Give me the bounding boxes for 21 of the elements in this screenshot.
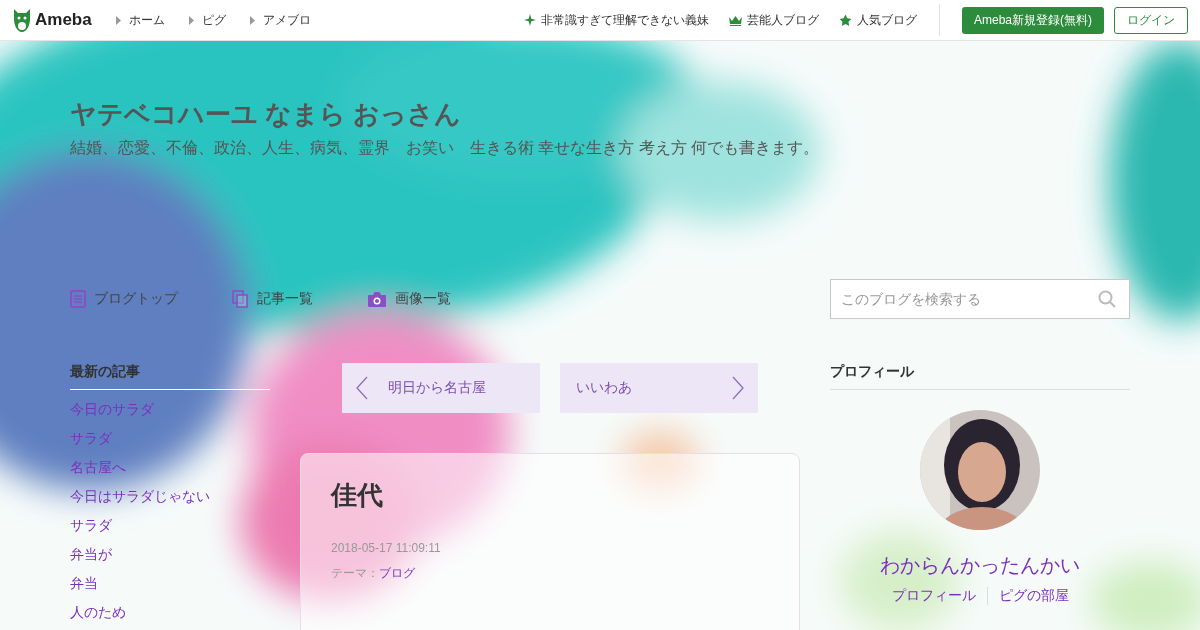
breadcrumb-link[interactable]: アメブロ xyxy=(249,11,311,29)
breadcrumb-link[interactable]: ホーム xyxy=(115,11,165,29)
triangle-icon xyxy=(115,15,121,25)
header-link[interactable]: 芸能人ブログ xyxy=(729,11,819,29)
header-link-text: 人気ブログ xyxy=(857,11,917,29)
breadcrumb-text: アメブロ xyxy=(262,11,311,29)
breadcrumb-text: ホーム xyxy=(128,11,165,29)
crown-icon xyxy=(729,14,742,26)
sparkle-icon xyxy=(524,14,536,26)
breadcrumb-link[interactable]: ピグ xyxy=(188,11,226,29)
register-button[interactable]: Ameba新規登録(無料) xyxy=(962,6,1104,34)
header-link-text: 芸能人ブログ xyxy=(747,11,819,29)
star-icon xyxy=(839,13,852,27)
header-link[interactable]: 人気ブログ xyxy=(839,11,917,29)
triangle-icon xyxy=(249,15,255,25)
triangle-icon xyxy=(188,15,194,25)
logo-text: Ameba xyxy=(35,10,92,30)
login-button[interactable]: ログイン xyxy=(1114,6,1188,34)
mascot-icon xyxy=(12,7,32,33)
ameba-logo[interactable]: Ameba xyxy=(12,7,92,33)
breadcrumb-text: ピグ xyxy=(201,11,226,29)
